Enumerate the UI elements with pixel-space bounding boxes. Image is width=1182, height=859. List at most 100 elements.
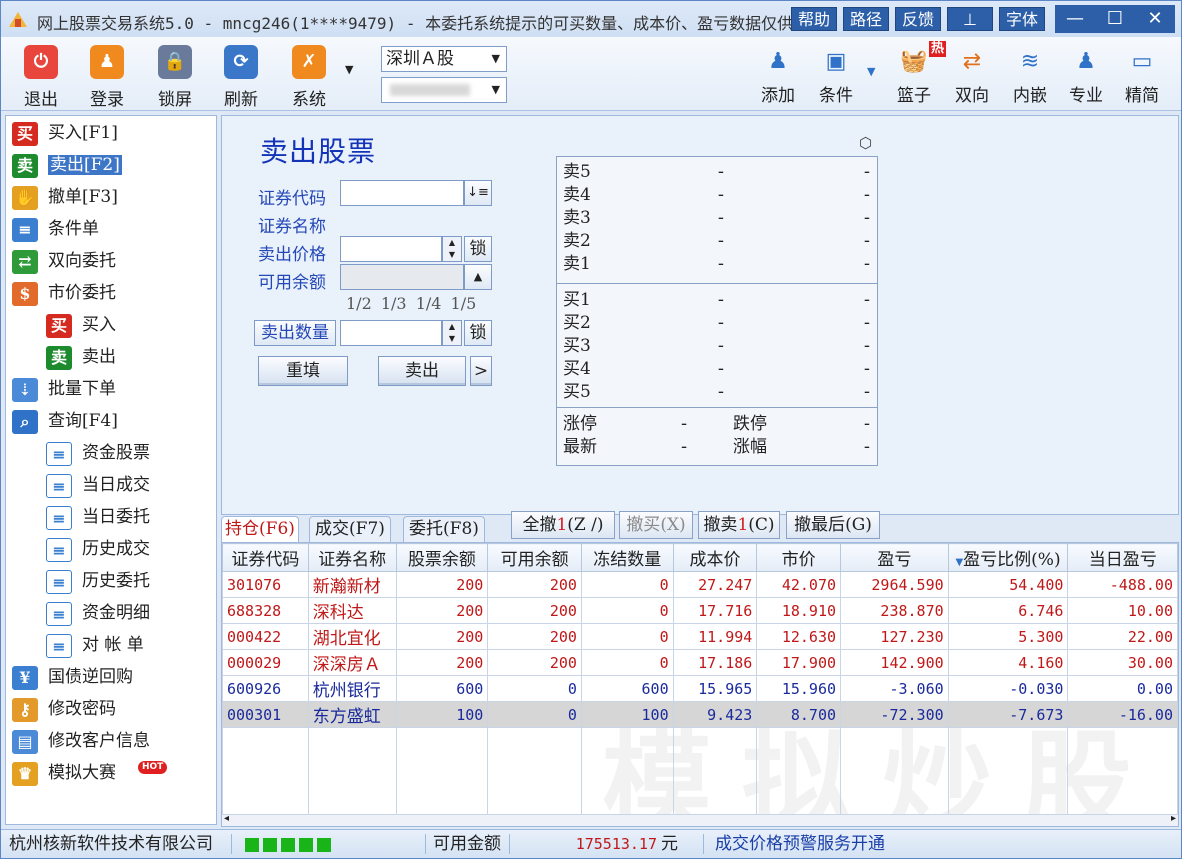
half-button[interactable]: 1/2	[346, 294, 372, 313]
sell-icon: 卖	[12, 153, 38, 178]
sidebar-item-market-order[interactable]: $ 市价委托	[12, 279, 116, 307]
warning-service-link[interactable]: 成交价格预警服务开通	[715, 830, 885, 858]
sidebar-item-condition-order[interactable]: ≡ 条件单	[12, 215, 99, 243]
tab-deals[interactable]: 成交(F7)	[309, 516, 391, 542]
table-row[interactable]: 688328 深科达 200 200 0 17.716 18.910 238.870 6.746…	[222, 597, 1178, 624]
column-header-sorted[interactable]: ▼盈亏比例(%)	[947, 543, 1069, 572]
table-row[interactable]: 000029 深深房Ａ 200 200 0 17.186 17.900 142.900 4.16…	[222, 649, 1178, 676]
close-icon[interactable]: ✕	[1135, 5, 1175, 33]
quarter-button[interactable]: 1/4	[416, 294, 442, 313]
column-header[interactable]: 可用余额	[487, 543, 582, 572]
pin-icon[interactable]: ⊥	[947, 7, 993, 31]
compact-button[interactable]: ▭ 精简	[1117, 41, 1167, 107]
exit-button[interactable]: ⏻ 退出	[13, 41, 69, 110]
sidebar-item-history-orders[interactable]: ≡ 历史委托	[46, 567, 150, 595]
column-header[interactable]: 冻结数量	[580, 543, 674, 572]
scroll-right-icon[interactable]: ▸	[1171, 813, 1176, 824]
tab-orders[interactable]: 委托(F8)	[403, 516, 485, 542]
condition-dropdown-icon[interactable]: ▼	[867, 65, 875, 78]
ask-5-row: 卖5- -	[563, 162, 871, 182]
column-header[interactable]: 成本价	[672, 543, 758, 572]
sidebar-item-cancel[interactable]: ✋ 撤单[F3]	[12, 183, 118, 211]
column-header[interactable]: 证券代码	[222, 543, 309, 572]
reset-button[interactable]: 重填	[258, 356, 348, 386]
font-button[interactable]: 字体	[999, 7, 1045, 31]
table-cell: 10.00	[1067, 597, 1178, 624]
fifth-button[interactable]: 1/5	[451, 294, 477, 313]
compact-icon: ▭	[1131, 49, 1153, 74]
quantity-stepper[interactable]: ▲ ▼	[442, 320, 462, 346]
sidebar-item-today-orders[interactable]: ≡ 当日委托	[46, 503, 150, 531]
sidebar-item-two-way[interactable]: ⇄ 双向委托	[12, 247, 116, 275]
sidebar-item-buy[interactable]: 买买入[F1]	[12, 119, 118, 147]
column-header[interactable]: 市价	[756, 543, 842, 572]
more-button[interactable]: >	[470, 356, 492, 386]
system-button[interactable]: ✗ 系统	[281, 41, 337, 110]
cancel-sell-button[interactable]: 撤卖1(C)	[698, 511, 780, 539]
professional-button[interactable]: ♟ 专业	[1061, 41, 1111, 107]
column-header[interactable]: 当日盈亏	[1067, 543, 1178, 572]
settings-hexagon-icon[interactable]: ⬡	[859, 134, 872, 152]
table-cell: -7.673	[947, 701, 1069, 728]
sidebar-item-today-deals[interactable]: ≡ 当日成交	[46, 471, 150, 499]
help-button[interactable]: 帮助	[791, 7, 837, 31]
sidebar-label: 买入	[82, 315, 116, 335]
sidebar-item-history-deals[interactable]: ≡ 历史成交	[46, 535, 150, 563]
cancel-buy-button[interactable]: 撤买(X)	[619, 511, 693, 539]
feedback-button[interactable]: 反馈	[895, 7, 941, 31]
login-button[interactable]: ♟ 登录	[79, 41, 135, 110]
sidebar-item-customer-info[interactable]: ▤ 修改客户信息	[12, 727, 150, 755]
path-button[interactable]: 路径	[843, 7, 889, 31]
basket-button[interactable]: 🧺 篮子 热	[889, 41, 947, 107]
quantity-lock-button[interactable]: 锁	[464, 320, 492, 346]
lock-screen-button[interactable]: 🔒 锁屏	[147, 41, 203, 110]
table-cell: 000422	[222, 623, 309, 650]
max-up-icon[interactable]: ▲	[464, 264, 492, 290]
add-button[interactable]: ♟ 添加	[753, 41, 803, 107]
table-row[interactable]: 000422 湖北宜化 200 200 0 11.994 12.630 127.230 5.30…	[222, 623, 1178, 650]
column-header[interactable]: 股票余额	[395, 543, 489, 572]
embed-button[interactable]: ≋ 内嵌	[1005, 41, 1055, 107]
refresh-icon: ⟳	[224, 45, 258, 79]
sidebar-item-change-password[interactable]: ⚷ 修改密码	[12, 695, 116, 723]
third-button[interactable]: 1/3	[381, 294, 407, 313]
market-select[interactable]: 深圳Ａ股 ▼	[381, 46, 507, 72]
sidebar-item-funds-stocks[interactable]: ≡ 资金股票	[46, 439, 150, 467]
sidebar-item-query[interactable]: ⌕ 查询[F4]	[12, 407, 118, 435]
cancel-all-button[interactable]: 全撤1(Z /)	[511, 511, 615, 539]
sidebar-item-reverse-repo[interactable]: ¥ 国债逆回购	[12, 663, 133, 691]
bidirection-button[interactable]: ⇄ 双向	[947, 41, 997, 107]
sell-button[interactable]: 卖出	[378, 356, 466, 386]
refresh-button[interactable]: ⟳ 刷新	[213, 41, 269, 110]
sidebar-label: 条件单	[48, 219, 99, 239]
sidebar-item-sell[interactable]: 卖卖出[F2]	[12, 151, 122, 179]
sidebar-item-market-sell[interactable]: 卖卖出	[46, 343, 116, 371]
tab-holdings[interactable]: 持仓(F6)	[221, 516, 299, 542]
table-row[interactable]: 000301 东方盛虹 100 0 100 9.423 8.700 -72.300 -7.673…	[222, 701, 1178, 728]
maximize-icon[interactable]: ☐	[1095, 5, 1135, 33]
sidebar-item-statement[interactable]: ≡ 对 帐 单	[46, 631, 144, 659]
horizontal-scrollbar[interactable]: ◂ ▸	[222, 813, 1178, 826]
table-cell: 142.900	[840, 649, 949, 676]
sell-quantity-input[interactable]	[340, 320, 442, 346]
sell-price-input[interactable]	[340, 236, 442, 262]
sidebar-item-contest[interactable]: ♛ 模拟大赛 HOT	[12, 759, 168, 787]
table-row[interactable]: 301076 新瀚新材 200 200 0 27.247 42.070 2964.590 54.…	[222, 571, 1178, 598]
code-list-icon[interactable]: ↓≡	[464, 180, 492, 206]
security-code-input[interactable]	[340, 180, 464, 206]
sidebar-item-market-buy[interactable]: 买买入	[46, 311, 116, 339]
condition-button[interactable]: ▣ 条件	[811, 41, 861, 107]
toolbar-more-icon[interactable]: ▼	[345, 63, 353, 76]
sidebar-item-batch[interactable]: ⇣ 批量下单	[12, 375, 116, 403]
login-label: 登录	[90, 90, 124, 110]
table-row[interactable]: 600926 杭州银行 600 0 600 15.965 15.960 -3.060 -0.03…	[222, 675, 1178, 702]
minimize-icon[interactable]: —	[1055, 5, 1095, 33]
sidebar-item-fund-details[interactable]: ≡ 资金明细	[46, 599, 150, 627]
price-lock-button[interactable]: 锁	[464, 236, 492, 262]
column-header[interactable]: 盈亏	[840, 543, 949, 572]
scroll-left-icon[interactable]: ◂	[224, 813, 229, 824]
price-stepper[interactable]: ▲ ▼	[442, 236, 462, 262]
account-select[interactable]: ▼	[381, 77, 507, 103]
cancel-last-button[interactable]: 撤最后(G)	[786, 511, 880, 539]
column-header[interactable]: 证券名称	[307, 543, 397, 572]
